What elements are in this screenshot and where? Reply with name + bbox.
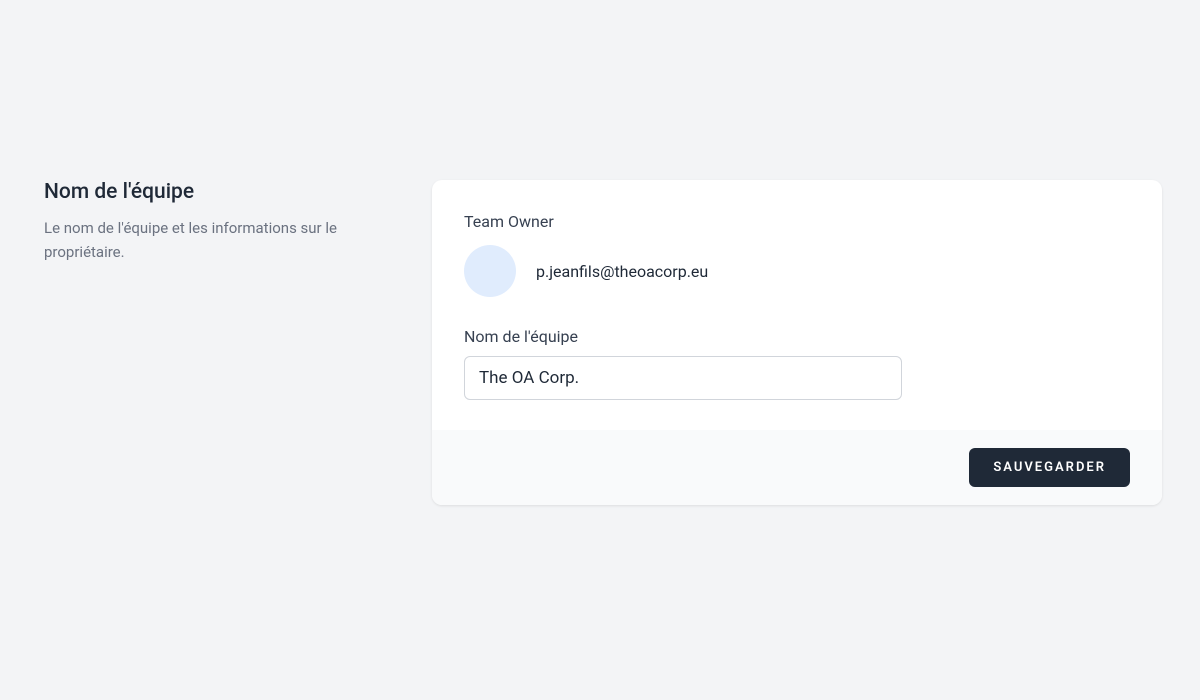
owner-email: p.jeanfils@theoacorp.eu [536, 262, 708, 281]
team-name-input[interactable] [464, 356, 902, 400]
team-settings-card: Team Owner p.jeanfils@theoacorp.eu Nom d… [432, 180, 1162, 505]
section-info: Nom de l'équipe Le nom de l'équipe et le… [44, 180, 384, 505]
team-owner-row: p.jeanfils@theoacorp.eu [464, 245, 1130, 297]
avatar [464, 245, 516, 297]
settings-section: Nom de l'équipe Le nom de l'équipe et le… [0, 0, 1200, 505]
card-footer: Sauvegarder [432, 430, 1162, 505]
team-owner-label: Team Owner [464, 212, 1130, 231]
card-body: Team Owner p.jeanfils@theoacorp.eu Nom d… [432, 180, 1162, 430]
section-title: Nom de l'équipe [44, 180, 384, 204]
team-name-label: Nom de l'équipe [464, 327, 1130, 346]
section-description: Le nom de l'équipe et les informations s… [44, 216, 384, 264]
save-button[interactable]: Sauvegarder [969, 448, 1130, 487]
